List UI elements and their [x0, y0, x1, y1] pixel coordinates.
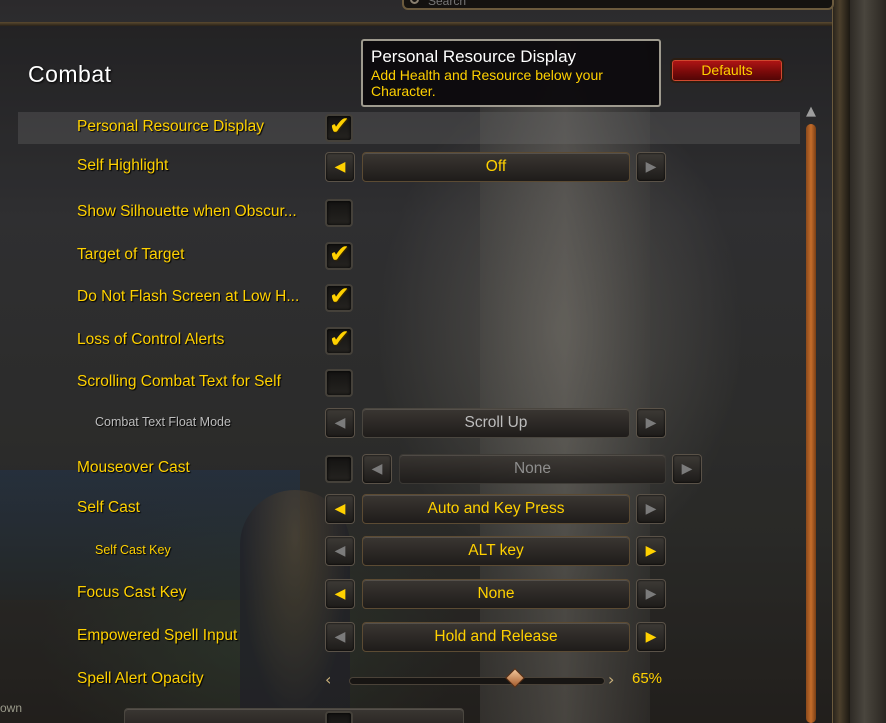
slider-value: 65% — [632, 670, 663, 687]
setting-label: Spell Alert Opacity — [77, 670, 204, 687]
do-not-flash-screen-checkbox[interactable]: ✔ — [325, 281, 353, 312]
scroll-up-icon[interactable]: ▲ — [802, 104, 820, 120]
loss-of-control-alerts-checkbox[interactable]: ✔ — [325, 324, 353, 355]
setting-label: Self Highlight — [77, 157, 169, 174]
self-cast-key-dropdown[interactable]: ALT key — [362, 536, 630, 566]
left-arrow-icon: ◀ — [334, 501, 346, 517]
right-arrow-icon: ▶ — [645, 586, 657, 602]
search-placeholder: Search — [428, 0, 467, 8]
setting-label: Self Cast — [77, 499, 140, 516]
setting-row-empowered-spell-input: Empowered Spell Input ◀ Hold and Release… — [18, 621, 800, 653]
setting-row-show-silhouette[interactable]: Show Silhouette when Obscur... — [18, 197, 800, 229]
setting-row-loss-of-control-alerts[interactable]: Loss of Control Alerts ✔ — [18, 325, 800, 357]
self-cast-key-prev-button[interactable]: ◀ — [325, 536, 355, 566]
panel-top-border — [0, 22, 836, 26]
show-silhouette-checkbox[interactable] — [325, 199, 353, 227]
checkmark-icon: ✔ — [329, 239, 350, 268]
empowered-spell-next-button[interactable]: ▶ — [636, 622, 666, 652]
float-mode-dropdown[interactable]: Scroll Up — [362, 408, 630, 438]
chat-fragment: own — [0, 701, 23, 715]
setting-row-mouseover-cast: Mouseover Cast ◀ None ▶ — [18, 453, 800, 485]
setting-row-self-cast: Self Cast ◀ Auto and Key Press ▶ — [18, 493, 800, 525]
setting-label: Personal Resource Display — [77, 118, 264, 135]
right-arrow-icon: ▶ — [645, 159, 657, 175]
self-cast-key-next-button[interactable]: ▶ — [636, 536, 666, 566]
stone-wall — [850, 0, 886, 723]
checkmark-icon: ✔ — [329, 324, 350, 353]
left-arrow-icon: ◀ — [371, 461, 383, 477]
left-arrow-icon: ◀ — [334, 543, 346, 559]
setting-label: Scrolling Combat Text for Self — [77, 373, 281, 390]
left-arrow-icon: ◀ — [334, 415, 346, 431]
setting-row-self-highlight: Self Highlight ◀ Off ▶ — [18, 151, 800, 183]
self-cast-dropdown[interactable]: Auto and Key Press — [362, 494, 630, 524]
mouseover-cast-prev-button[interactable]: ◀ — [362, 454, 392, 484]
setting-row-personal-resource-display[interactable]: Personal Resource Display ✔ — [18, 112, 800, 144]
setting-row-do-not-flash-screen[interactable]: Do Not Flash Screen at Low H... ✔ — [18, 282, 800, 314]
right-arrow-icon: ▶ — [645, 415, 657, 431]
setting-label: Mouseover Cast — [77, 459, 190, 476]
spell-alert-opacity-slider[interactable] — [349, 677, 605, 685]
panel-right-border — [832, 0, 850, 723]
defaults-button[interactable]: Defaults — [670, 58, 784, 83]
mouseover-cast-checkbox[interactable] — [325, 455, 353, 483]
checkmark-icon: ✔ — [329, 111, 350, 140]
setting-label: Combat Text Float Mode — [95, 415, 231, 429]
setting-label: Show Silhouette when Obscur... — [77, 203, 297, 220]
setting-row-combat-text-float-mode: Combat Text Float Mode ◀ Scroll Up ▶ — [18, 407, 800, 439]
setting-label: Focus Cast Key — [77, 584, 187, 601]
setting-label: Self Cast Key — [95, 543, 171, 557]
slider-decrease-icon[interactable]: ‹ — [325, 670, 331, 689]
search-icon — [410, 0, 419, 4]
focus-cast-key-dropdown[interactable]: None — [362, 579, 630, 609]
setting-row-focus-cast-key: Focus Cast Key ◀ None ▶ — [18, 578, 800, 610]
float-mode-next-button[interactable]: ▶ — [636, 408, 666, 438]
scrolling-combat-text-checkbox[interactable] — [325, 369, 353, 397]
right-arrow-icon: ▶ — [681, 461, 693, 477]
setting-row-partial — [18, 706, 800, 723]
scrollbar-thumb[interactable] — [806, 124, 816, 723]
self-highlight-dropdown[interactable]: Off — [362, 152, 630, 182]
setting-row-target-of-target[interactable]: Target of Target ✔ — [18, 240, 800, 272]
focus-cast-key-prev-button[interactable]: ◀ — [325, 579, 355, 609]
empowered-spell-prev-button[interactable]: ◀ — [325, 622, 355, 652]
self-highlight-prev-button[interactable]: ◀ — [325, 152, 355, 182]
left-arrow-icon: ◀ — [334, 586, 346, 602]
left-arrow-icon: ◀ — [334, 629, 346, 645]
partial-checkbox[interactable] — [325, 711, 353, 723]
setting-label: Loss of Control Alerts — [77, 331, 225, 348]
setting-label: Target of Target — [77, 246, 185, 263]
tooltip: Personal Resource Display Add Health and… — [361, 39, 661, 107]
personal-resource-display-checkbox[interactable]: ✔ — [325, 111, 353, 142]
target-of-target-checkbox[interactable]: ✔ — [325, 239, 353, 270]
empowered-spell-dropdown[interactable]: Hold and Release — [362, 622, 630, 652]
page-title: Combat — [28, 61, 112, 87]
self-cast-next-button[interactable]: ▶ — [636, 494, 666, 524]
float-mode-prev-button[interactable]: ◀ — [325, 408, 355, 438]
focus-cast-key-next-button[interactable]: ▶ — [636, 579, 666, 609]
mouseover-cast-dropdown[interactable]: None — [399, 454, 666, 484]
tooltip-title: Personal Resource Display — [371, 47, 577, 66]
search-input[interactable]: Search — [402, 0, 834, 10]
setting-label: Do Not Flash Screen at Low H... — [77, 288, 300, 305]
checkmark-icon: ✔ — [329, 281, 350, 310]
setting-row-self-cast-key: Self Cast Key ◀ ALT key ▶ — [18, 535, 800, 567]
setting-label: Empowered Spell Input — [77, 627, 238, 644]
right-arrow-icon: ▶ — [645, 501, 657, 517]
right-arrow-icon: ▶ — [645, 629, 657, 645]
slider-increase-icon[interactable]: › — [608, 670, 614, 689]
self-cast-prev-button[interactable]: ◀ — [325, 494, 355, 524]
right-arrow-icon: ▶ — [645, 543, 657, 559]
tooltip-body: Add Health and Resource below your Chara… — [371, 67, 603, 99]
mouseover-cast-next-button[interactable]: ▶ — [672, 454, 702, 484]
self-highlight-next-button[interactable]: ▶ — [636, 152, 666, 182]
left-arrow-icon: ◀ — [334, 159, 346, 175]
partial-dropdown[interactable] — [124, 708, 464, 723]
setting-row-spell-alert-opacity: Spell Alert Opacity ‹ › 65% — [18, 664, 800, 696]
setting-row-scrolling-combat-text[interactable]: Scrolling Combat Text for Self — [18, 367, 800, 399]
